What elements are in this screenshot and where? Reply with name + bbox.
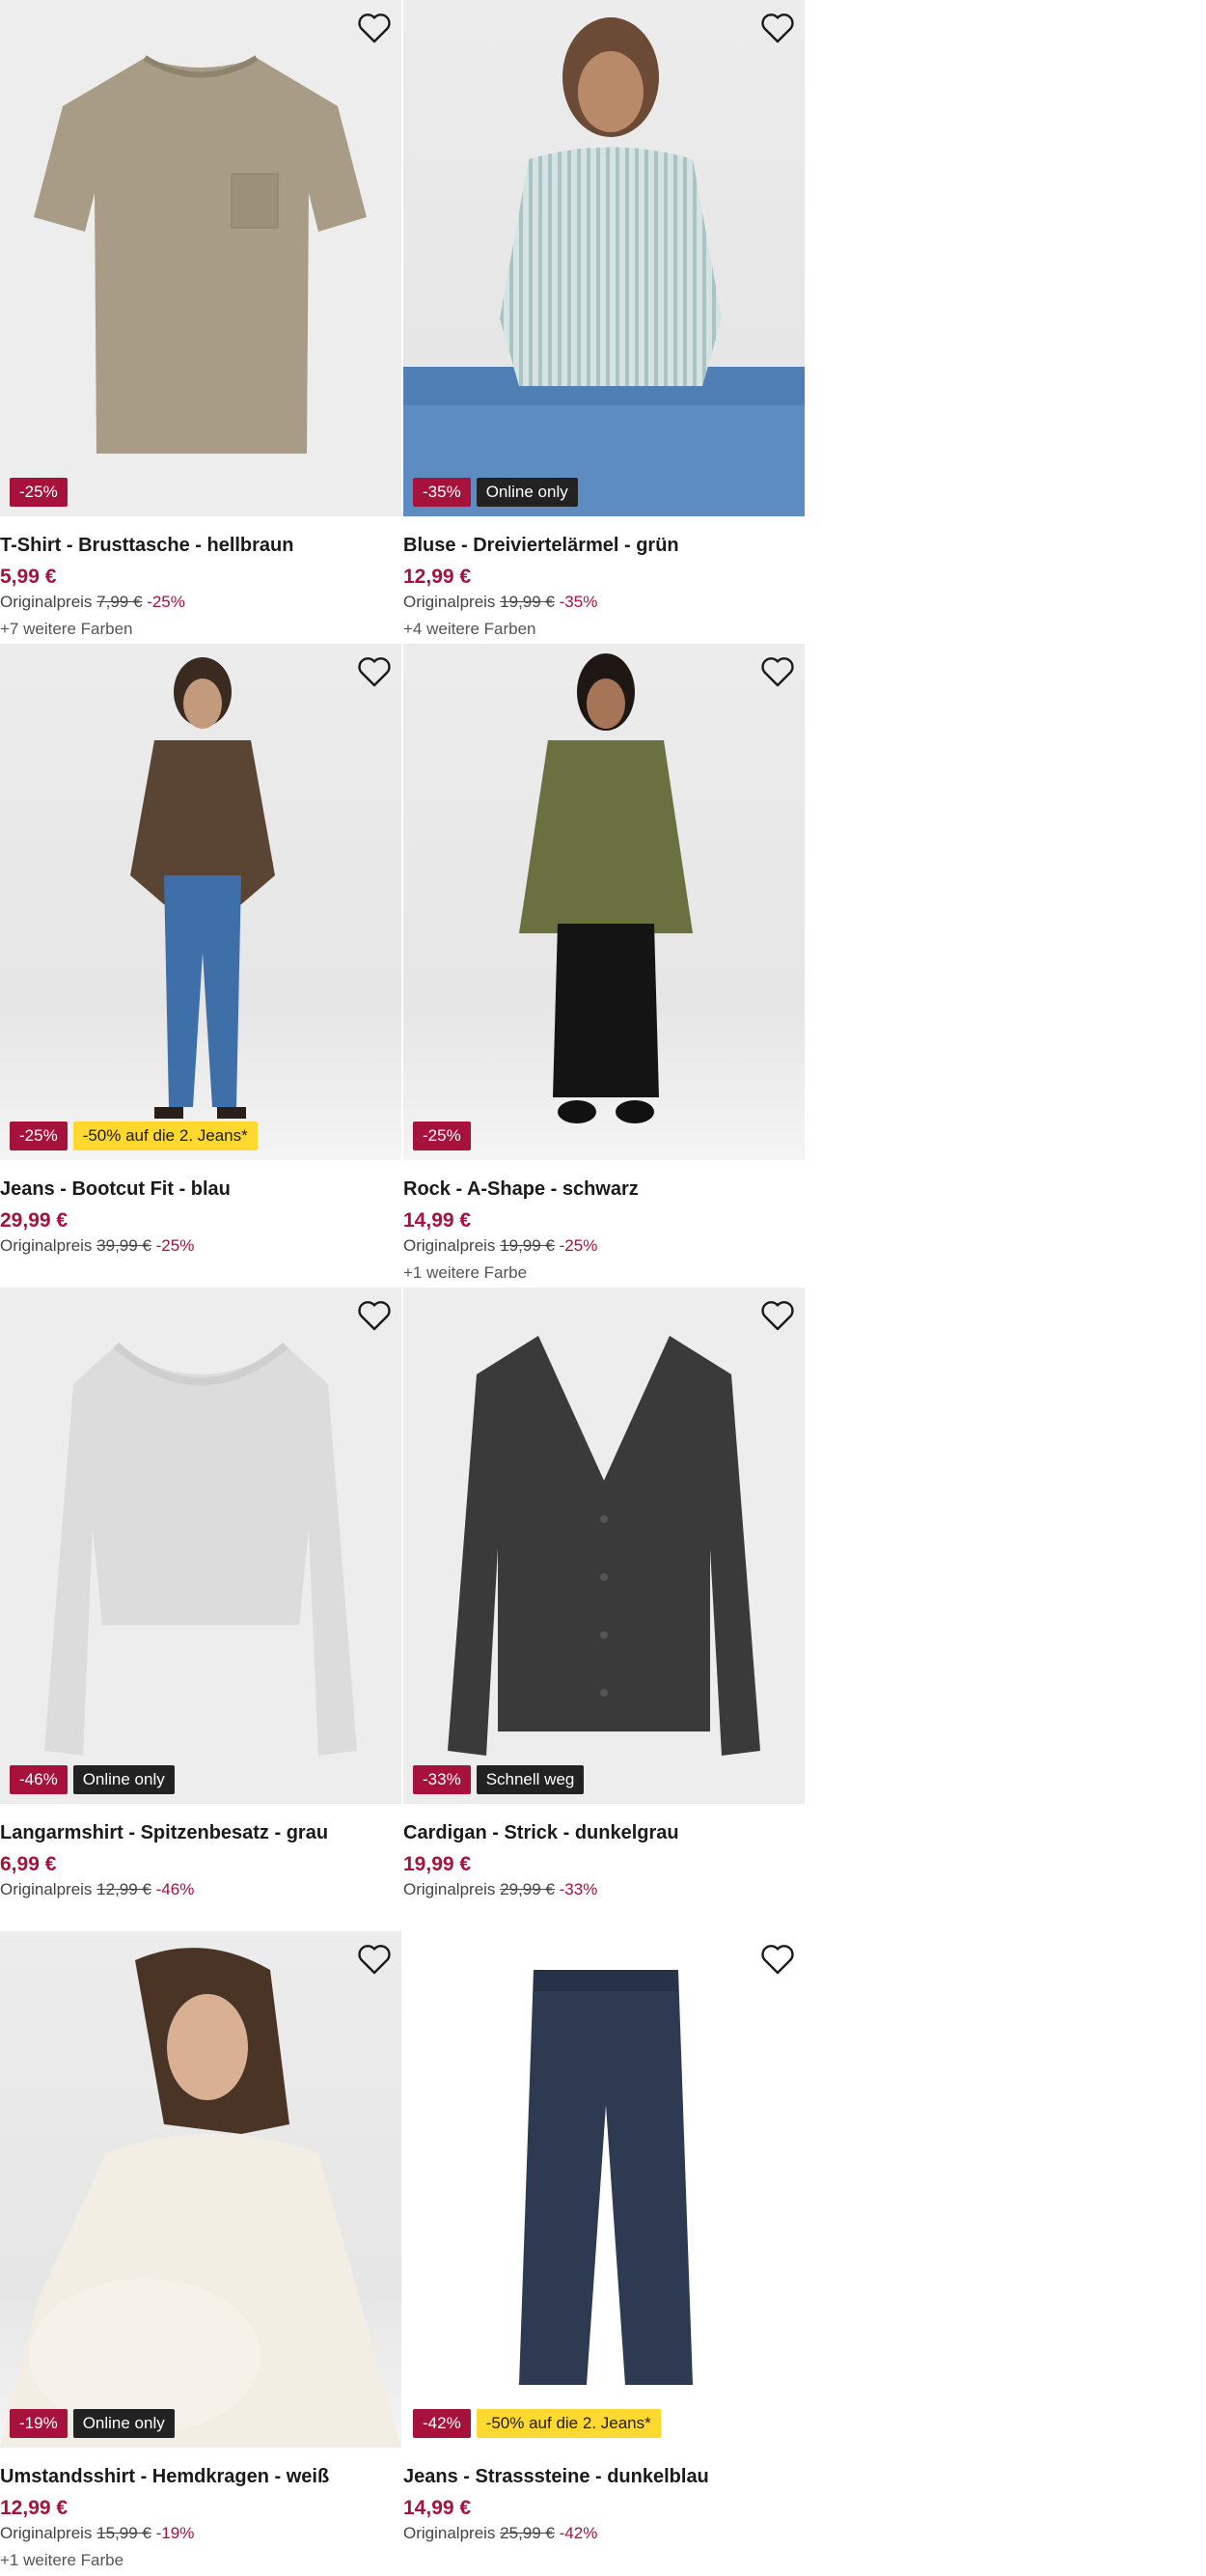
original-price: 25,99 € [500, 2524, 555, 2542]
heart-outline-icon[interactable] [760, 1943, 795, 1976]
more-colors-link[interactable]: +7 weitere Farben [0, 617, 401, 642]
original-price-label: Originalpreis [0, 593, 93, 611]
discount-percent: -33% [559, 1880, 598, 1898]
product-image[interactable]: -25% [0, 0, 401, 516]
product-card[interactable]: -19% Online only Umstandsshirt - Hemdkrag… [0, 1931, 401, 2575]
original-price-label: Originalpreis [403, 593, 496, 611]
original-price: 7,99 € [96, 593, 143, 611]
product-price: 12,99 € [0, 2497, 69, 2519]
discount-badge: -42% [413, 2409, 471, 2438]
status-badge: Schnell weg [476, 1765, 585, 1794]
badge-row: -19% Online only [10, 2409, 175, 2438]
discount-badge: -35% [413, 478, 471, 507]
original-price-label: Originalpreis [0, 1236, 93, 1255]
product-price: 5,99 € [0, 566, 57, 588]
original-price: 29,99 € [500, 1880, 555, 1898]
product-card[interactable]: -46% Online only Langarmshirt - Spitzenbe… [0, 1288, 401, 1931]
product-image[interactable]: -42% -50% auf die 2. Jeans* [403, 1931, 805, 2448]
badge-row: -25% [413, 1122, 471, 1150]
original-price: 12,99 € [96, 1880, 151, 1898]
status-badge: Online only [72, 1765, 175, 1794]
product-price: 12,99 € [403, 566, 472, 588]
heart-outline-icon[interactable] [760, 1299, 795, 1332]
status-badge: Online only [72, 2409, 175, 2438]
discount-percent: -35% [559, 593, 598, 611]
product-price: 14,99 € [403, 2497, 472, 2519]
heart-outline-icon[interactable] [760, 12, 795, 44]
product-title[interactable]: Umstandsshirt - Hemdkragen - weiß [0, 2463, 401, 2490]
original-price-line: Originalpreis 19,99 € -35% [403, 592, 805, 613]
product-title[interactable]: Bluse - Dreiviertelärmel - grün [403, 532, 805, 559]
product-image[interactable]: -46% Online only [0, 1288, 401, 1804]
badge-row: -46% Online only [10, 1765, 175, 1794]
heart-outline-icon[interactable] [357, 655, 392, 688]
original-price: 39,99 € [96, 1236, 151, 1255]
badge-row: -33% Schnell weg [413, 1765, 585, 1794]
discount-badge: -25% [10, 478, 68, 507]
discount-badge: -19% [10, 2409, 68, 2438]
product-card[interactable]: -25% Rock - A-Shape - schwarz 14,99 € Or… [403, 644, 805, 1288]
product-title[interactable]: Jeans - Bootcut Fit - blau [0, 1176, 401, 1203]
product-title[interactable]: T-Shirt - Brusttasche - hellbraun [0, 532, 401, 559]
badge-row: -25% -50% auf die 2. Jeans* [10, 1122, 258, 1150]
badge-row: -35% Online only [413, 478, 578, 507]
original-price-label: Originalpreis [403, 1236, 496, 1255]
product-image[interactable]: -25% [403, 644, 805, 1160]
discount-percent: -46% [155, 1880, 195, 1898]
discount-percent: -19% [155, 2524, 195, 2542]
original-price-line: Originalpreis 7,99 € -25% [0, 592, 401, 613]
discount-badge: -46% [10, 1765, 68, 1794]
heart-outline-icon[interactable] [357, 1943, 392, 1976]
promo-badge: -50% auf die 2. Jeans* [476, 2409, 661, 2438]
product-grid: -25% T-Shirt - Brusttasche - hellbraun 5… [0, 0, 805, 2575]
original-price-line: Originalpreis 25,99 € -42% [403, 2523, 805, 2544]
badge-row: -42% -50% auf die 2. Jeans* [413, 2409, 661, 2438]
discount-percent: -42% [559, 2524, 598, 2542]
product-card[interactable]: -42% -50% auf die 2. Jeans* Jeans - Stras… [403, 1931, 805, 2575]
original-price-line: Originalpreis 39,99 € -25% [0, 1235, 401, 1257]
product-card[interactable]: -25% T-Shirt - Brusttasche - hellbraun 5… [0, 0, 401, 644]
product-title[interactable]: Jeans - Strasssteine - dunkelblau [403, 2463, 805, 2490]
product-image[interactable]: -25% -50% auf die 2. Jeans* [0, 644, 401, 1160]
product-title[interactable]: Cardigan - Strick - dunkelgrau [403, 1819, 805, 1846]
promo-badge: -50% auf die 2. Jeans* [72, 1122, 258, 1150]
badge-row: -25% [10, 478, 68, 507]
product-image[interactable]: -33% Schnell weg [403, 1288, 805, 1804]
discount-badge: -33% [413, 1765, 471, 1794]
product-card[interactable]: -35% Online only Bluse - Dreiviertelärmel… [403, 0, 805, 644]
more-colors-link[interactable]: +4 weitere Farben [403, 617, 805, 642]
original-price: 19,99 € [500, 1236, 555, 1255]
original-price: 19,99 € [500, 593, 555, 611]
original-price-label: Originalpreis [403, 1880, 496, 1898]
heart-outline-icon[interactable] [357, 1299, 392, 1332]
more-colors-link[interactable]: +1 weitere Farbe [403, 1260, 805, 1286]
product-title[interactable]: Langarmshirt - Spitzenbesatz - grau [0, 1819, 401, 1846]
heart-outline-icon[interactable] [357, 12, 392, 44]
original-price-line: Originalpreis 12,99 € -46% [0, 1879, 401, 1900]
product-image[interactable]: -19% Online only [0, 1931, 401, 2448]
original-price-line: Originalpreis 29,99 € -33% [403, 1879, 805, 1900]
discount-badge: -25% [10, 1122, 68, 1150]
discount-percent: -25% [559, 1236, 598, 1255]
heart-outline-icon[interactable] [760, 655, 795, 688]
product-image[interactable]: -35% Online only [403, 0, 805, 516]
discount-percent: -25% [155, 1236, 195, 1255]
status-badge: Online only [476, 478, 578, 507]
product-price: 14,99 € [403, 1209, 472, 1232]
product-price: 19,99 € [403, 1853, 472, 1875]
original-price-label: Originalpreis [0, 2524, 93, 2542]
product-card[interactable]: -25% -50% auf die 2. Jeans* Jeans - Bootc… [0, 644, 401, 1288]
original-price-line: Originalpreis 15,99 € -19% [0, 2523, 401, 2544]
original-price: 15,99 € [96, 2524, 151, 2542]
product-price: 29,99 € [0, 1209, 69, 1232]
product-title[interactable]: Rock - A-Shape - schwarz [403, 1176, 805, 1203]
product-card[interactable]: -33% Schnell weg Cardigan - Strick - dunk… [403, 1288, 805, 1931]
more-colors-link[interactable]: +1 weitere Farbe [0, 2548, 401, 2573]
discount-percent: -25% [147, 593, 185, 611]
original-price-label: Originalpreis [0, 1880, 93, 1898]
original-price-line: Originalpreis 19,99 € -25% [403, 1235, 805, 1257]
discount-badge: -25% [413, 1122, 471, 1150]
original-price-label: Originalpreis [403, 2524, 496, 2542]
product-price: 6,99 € [0, 1853, 57, 1875]
